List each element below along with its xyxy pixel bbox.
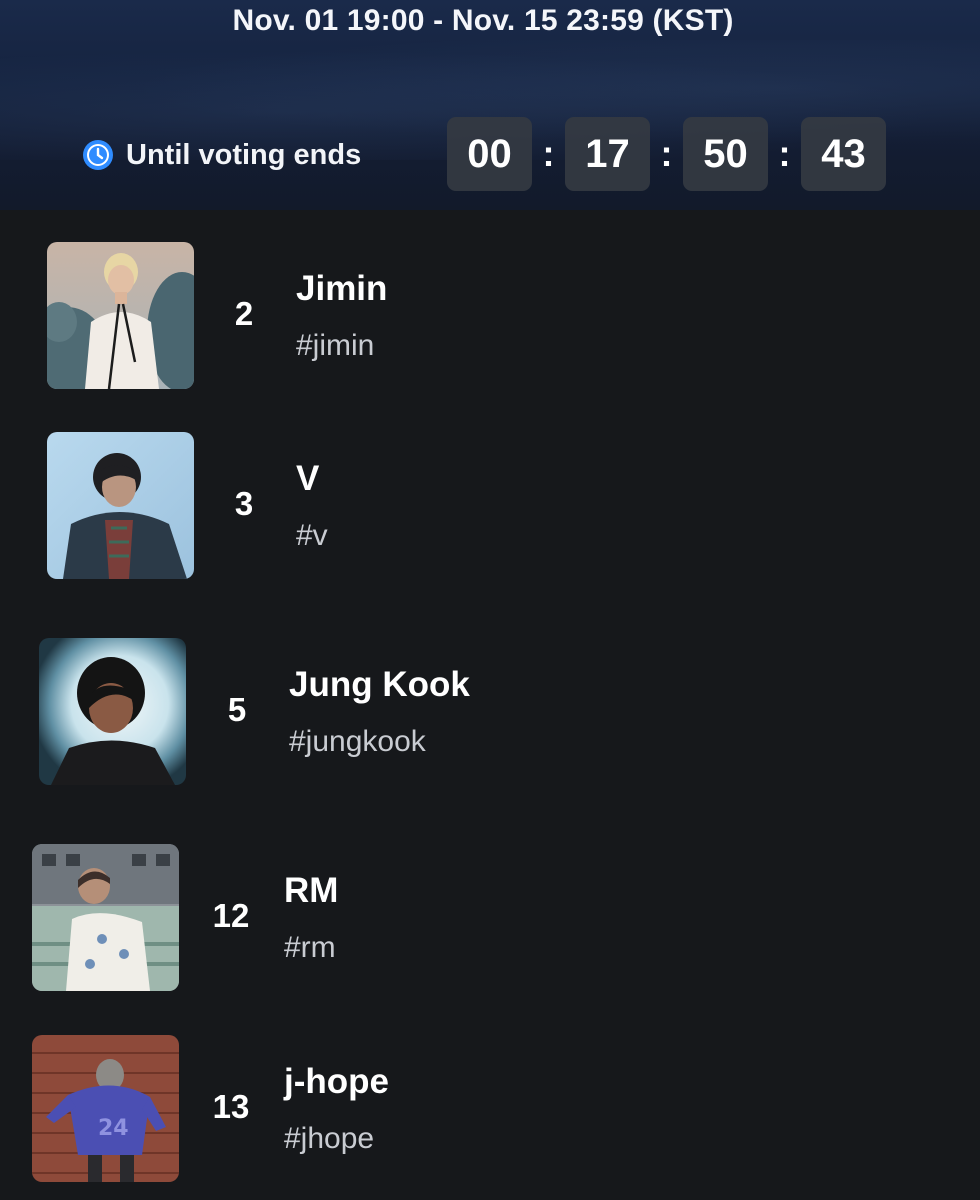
- jimin-photo: [47, 242, 194, 389]
- voting-period: Nov. 01 19:00 - Nov. 15 23:59 (KST): [232, 4, 734, 37]
- countdown-days: 00: [447, 117, 532, 191]
- candidate-tag: #v: [296, 519, 328, 552]
- until-voting-ends: Until voting ends: [82, 137, 361, 173]
- rm-photo: [32, 844, 179, 991]
- countdown-hours: 17: [565, 117, 650, 191]
- clock-icon: [83, 140, 113, 170]
- until-label: Until voting ends: [126, 138, 362, 171]
- jhope-photo: 24: [32, 1035, 179, 1182]
- countdown-separator: :: [778, 133, 791, 174]
- candidate-rank: 5: [227, 691, 247, 728]
- voting-header: Nov. 01 19:00 - Nov. 15 23:59 (KST) Unti…: [0, 0, 980, 210]
- countdown-separator: :: [660, 133, 673, 174]
- candidate-name: Jung Kook: [289, 665, 470, 704]
- countdown-minutes: 50: [683, 117, 768, 191]
- candidate-name: j-hope: [284, 1062, 389, 1101]
- candidate-name: RM: [284, 871, 339, 910]
- countdown-separator: :: [542, 133, 555, 174]
- candidate-row-jhope[interactable]: 24 13 j-hope #jhope: [0, 1035, 980, 1185]
- candidate-rank: 3: [234, 485, 254, 522]
- candidate-tag: #jhope: [284, 1122, 375, 1155]
- v-photo: [47, 432, 194, 579]
- candidate-row-jungkook[interactable]: 5 Jung Kook #jungkook: [0, 638, 980, 788]
- candidate-tag: #jungkook: [289, 725, 426, 758]
- countdown-timer: 00 : 17 : 50 : 43: [447, 117, 886, 191]
- candidate-tag: #jimin: [296, 329, 375, 362]
- candidate-row-jimin[interactable]: 2 Jimin #jimin: [0, 242, 980, 392]
- candidate-rank: 12: [212, 897, 250, 934]
- candidate-row-rm[interactable]: 12 RM #rm: [0, 844, 980, 994]
- jungkook-photo: [39, 638, 186, 785]
- countdown-seconds: 43: [801, 117, 886, 191]
- svg-text:24: 24: [98, 1116, 129, 1141]
- candidate-name: V: [296, 459, 320, 498]
- candidate-list: 2 Jimin #jimin 3 V #v 5 Jung Kook #jungk…: [0, 210, 980, 1200]
- candidate-tag: #rm: [284, 931, 336, 964]
- candidate-rank: 13: [212, 1088, 250, 1125]
- candidate-row-v[interactable]: 3 V #v: [0, 432, 980, 582]
- candidate-name: Jimin: [296, 269, 388, 308]
- candidate-rank: 2: [234, 295, 254, 332]
